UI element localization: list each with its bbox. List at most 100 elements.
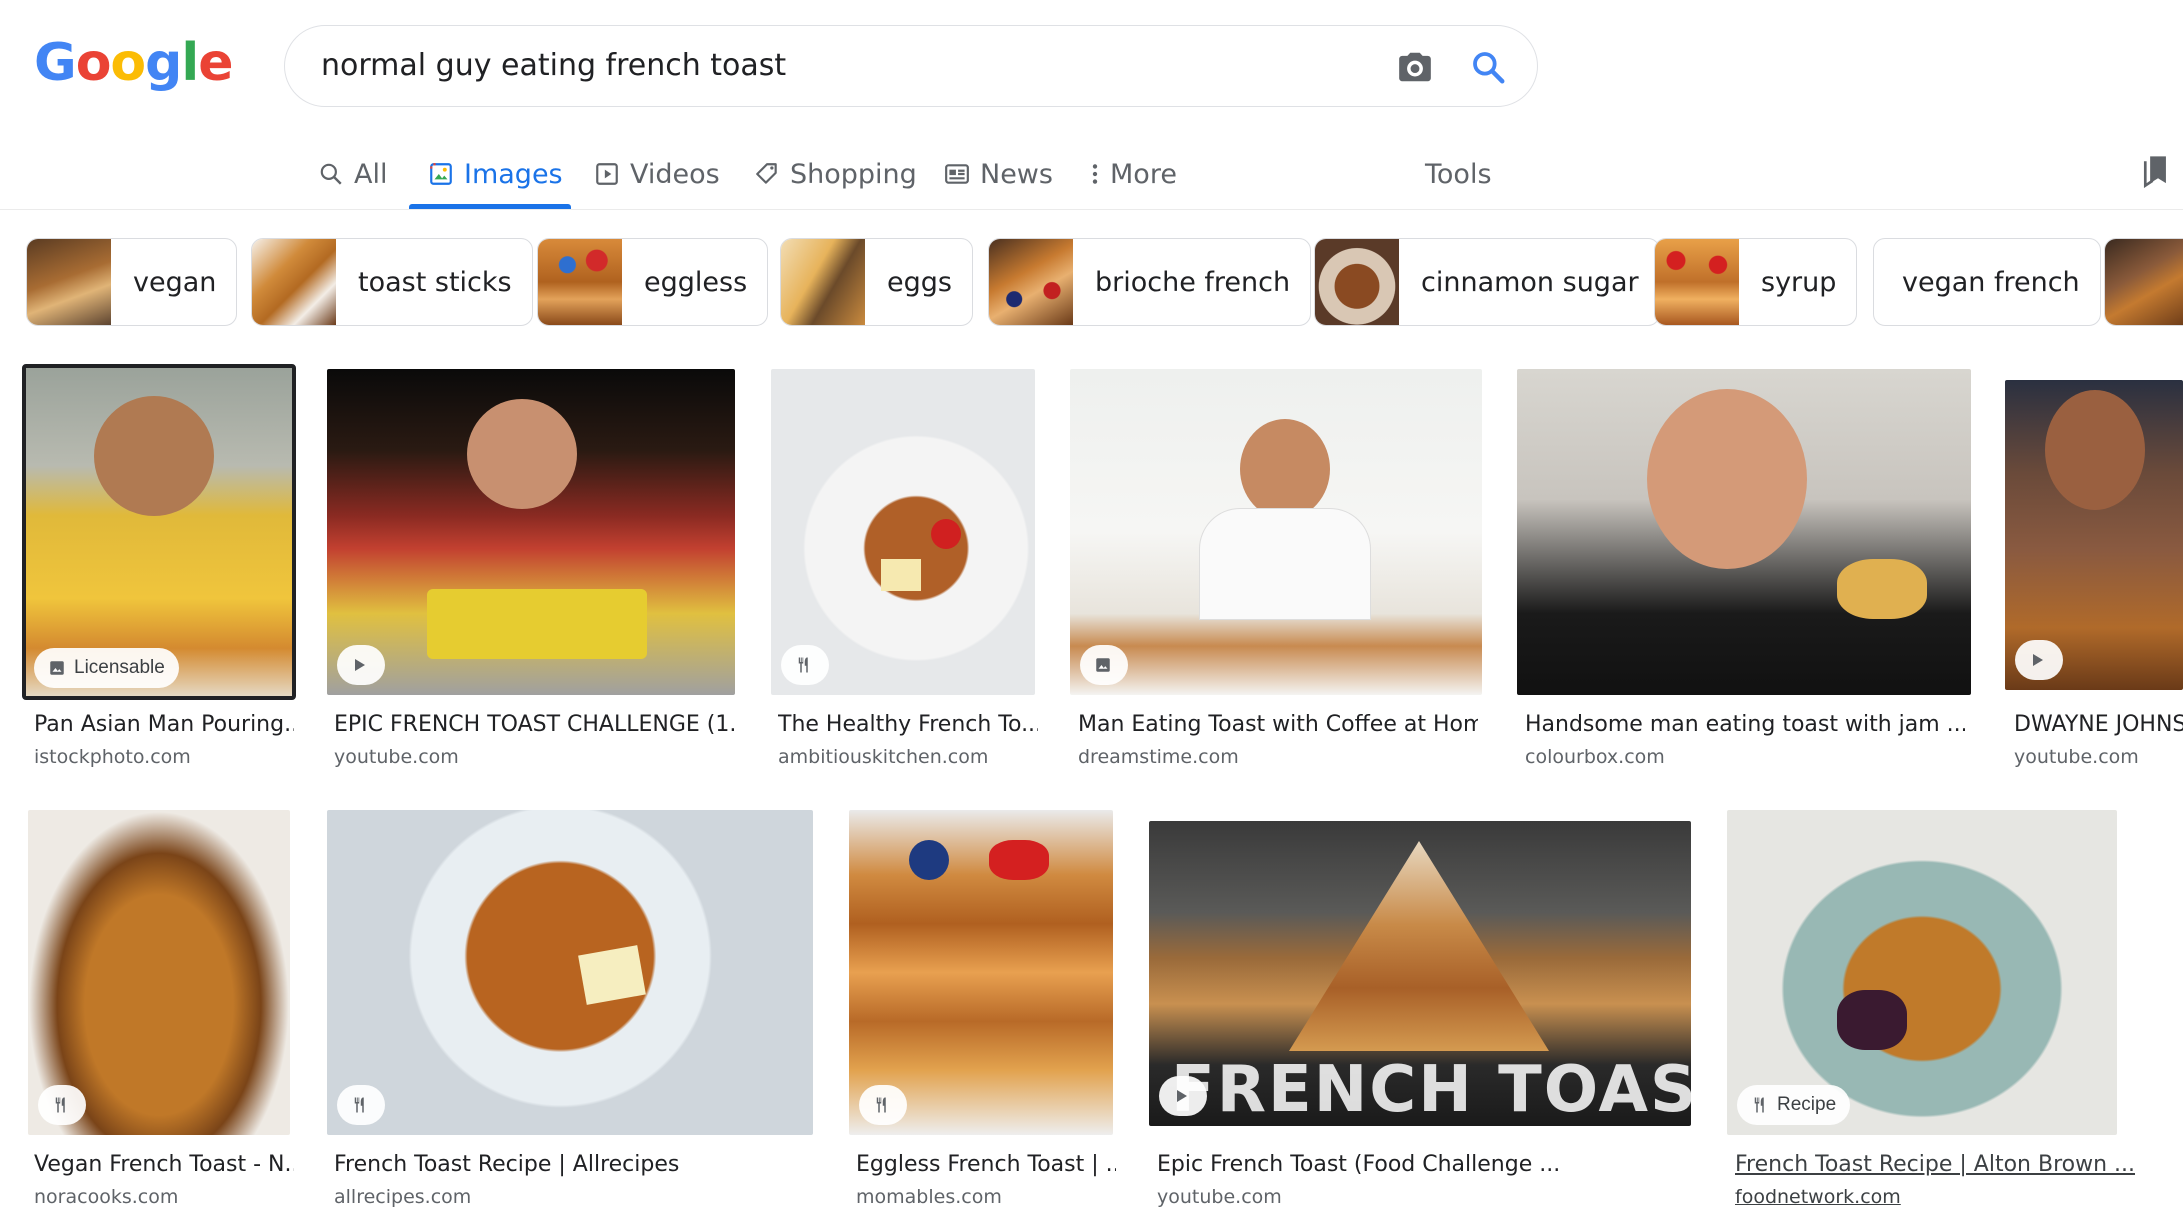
related-chip-vegan[interactable]: vegan: [26, 238, 238, 326]
image-icon: [430, 163, 452, 185]
toast-tray: [427, 589, 647, 659]
image-badge[interactable]: [1080, 645, 1128, 685]
result-source[interactable]: youtube.com: [1157, 1186, 1282, 1208]
tab-label: Videos: [630, 158, 720, 190]
result-title[interactable]: Vegan French Toast - N...: [34, 1152, 294, 1177]
tab-label: More: [1110, 158, 1177, 190]
tools-button[interactable]: Tools: [1425, 152, 1492, 196]
result-title[interactable]: Pan Asian Man Pouring...: [34, 712, 294, 737]
result-title[interactable]: Epic French Toast (Food Challenge ...: [1157, 1152, 1687, 1177]
chip-thumbnail: [27, 239, 111, 325]
saved-images-icon[interactable]: [2140, 154, 2170, 188]
chip-thumbnail: [538, 239, 622, 325]
result-source[interactable]: momables.com: [856, 1186, 1002, 1208]
result-thumbnail[interactable]: [1517, 369, 1971, 695]
result-title[interactable]: EPIC FRENCH TOAST CHALLENGE (1...: [334, 712, 734, 737]
result-title[interactable]: Eggless French Toast | ...: [856, 1152, 1116, 1177]
chip-label: vegan french: [1902, 266, 2080, 298]
related-chip-partial[interactable]: [2104, 238, 2183, 326]
recipe-icon: [55, 1097, 65, 1113]
recipe-icon: [798, 657, 808, 673]
search-box[interactable]: normal guy eating french toast: [284, 25, 1538, 107]
result-thumbnail[interactable]: Recipe: [1727, 810, 2117, 1135]
related-chip-brioche-french[interactable]: brioche french: [988, 238, 1312, 326]
tab-more[interactable]: More: [1090, 152, 1177, 196]
result-thumbnail[interactable]: [28, 810, 290, 1135]
image-icon: [50, 661, 64, 675]
badge-label: Recipe: [1777, 1094, 1837, 1115]
berries: [1837, 990, 1907, 1050]
search-icon: [320, 163, 342, 185]
result-source[interactable]: istockphoto.com: [34, 746, 191, 768]
play-icon: [2033, 654, 2043, 666]
result-title[interactable]: The Healthy French To...: [778, 712, 1038, 737]
related-chip-eggs[interactable]: eggs: [780, 238, 973, 326]
result-source[interactable]: noracooks.com: [34, 1186, 178, 1208]
butter: [578, 945, 646, 1005]
tab-shopping[interactable]: Shopping: [754, 152, 917, 196]
result-thumbnail[interactable]: [1070, 369, 1482, 695]
search-input[interactable]: normal guy eating french toast: [321, 48, 786, 83]
play-icon: [1177, 1090, 1187, 1102]
result-title[interactable]: French Toast Recipe | Allrecipes: [334, 1152, 804, 1177]
chip-label: toast sticks: [358, 266, 512, 298]
image-icon: [1096, 658, 1110, 672]
tab-images[interactable]: Images: [428, 152, 563, 196]
result-source[interactable]: ambitiouskitchen.com: [778, 746, 988, 768]
play-badge[interactable]: [2015, 640, 2063, 680]
result-thumbnail[interactable]: [327, 810, 813, 1135]
recipe-badge[interactable]: [38, 1085, 86, 1125]
tab-videos[interactable]: Videos: [594, 152, 720, 196]
result-source[interactable]: youtube.com: [334, 746, 459, 768]
logo-letter: o: [110, 33, 146, 93]
chip-label: eggs: [887, 266, 952, 298]
result-thumbnail[interactable]: FRENCH TOAST: [1149, 821, 1691, 1126]
result-thumbnail[interactable]: [2005, 380, 2183, 690]
toast-slice: [1837, 559, 1927, 619]
result-source[interactable]: dreamstime.com: [1078, 746, 1239, 768]
play-icon: [355, 659, 365, 671]
recipe-badge[interactable]: [781, 645, 829, 685]
result-title[interactable]: Man Eating Toast with Coffee at Hom...: [1078, 712, 1478, 737]
recipe-badge[interactable]: [337, 1085, 385, 1125]
related-chip-cinnamon-sugar[interactable]: cinnamon sugar: [1314, 238, 1660, 326]
play-badge[interactable]: [337, 645, 385, 685]
person-figure: [2045, 390, 2145, 510]
chip-thumbnail: [989, 239, 1073, 325]
result-source[interactable]: youtube.com: [2014, 746, 2139, 768]
chip-thumbnail: [781, 239, 865, 325]
result-title[interactable]: DWAYNE JOHNS: [2014, 712, 2183, 737]
result-source[interactable]: allrecipes.com: [334, 1186, 471, 1208]
play-badge[interactable]: [1159, 1076, 1207, 1116]
recipe-icon: [1754, 1097, 1764, 1113]
related-chip-syrup[interactable]: syrup: [1654, 238, 1858, 326]
google-logo[interactable]: Google: [34, 33, 234, 93]
chip-thumbnail: [252, 239, 336, 325]
tab-all[interactable]: All: [318, 152, 387, 196]
recipe-badge[interactable]: [859, 1085, 907, 1125]
logo-letter: e: [198, 33, 233, 93]
tab-label: Images: [464, 158, 563, 190]
result-title[interactable]: French Toast Recipe | Alton Brown ...: [1735, 1152, 2135, 1177]
chip-label: eggless: [644, 266, 748, 298]
toast-stack: [1289, 841, 1549, 1051]
camera-icon[interactable]: [1395, 48, 1435, 86]
tab-label: Tools: [1425, 158, 1492, 190]
result-thumbnail[interactable]: [327, 369, 735, 695]
result-thumbnail[interactable]: Licensable: [22, 364, 296, 700]
person-figure: [467, 399, 577, 509]
result-thumbnail[interactable]: [771, 369, 1035, 695]
search-icon[interactable]: [1469, 48, 1507, 86]
tab-label: Shopping: [790, 158, 917, 190]
overlay-title: FRENCH TOAST: [1171, 1053, 1691, 1126]
related-chip-eggless[interactable]: eggless: [537, 238, 769, 326]
licensable-badge[interactable]: Licensable: [34, 648, 179, 688]
related-chip-toast-sticks[interactable]: toast sticks: [251, 238, 533, 326]
result-thumbnail[interactable]: [849, 810, 1113, 1135]
tab-news[interactable]: News: [944, 152, 1053, 196]
related-chip-vegan-french[interactable]: vegan french: [1873, 238, 2101, 326]
recipe-badge[interactable]: Recipe: [1737, 1085, 1851, 1125]
result-source[interactable]: foodnetwork.com: [1735, 1186, 1901, 1208]
result-title[interactable]: Handsome man eating toast with jam ...: [1525, 712, 1965, 737]
result-source[interactable]: colourbox.com: [1525, 746, 1665, 768]
